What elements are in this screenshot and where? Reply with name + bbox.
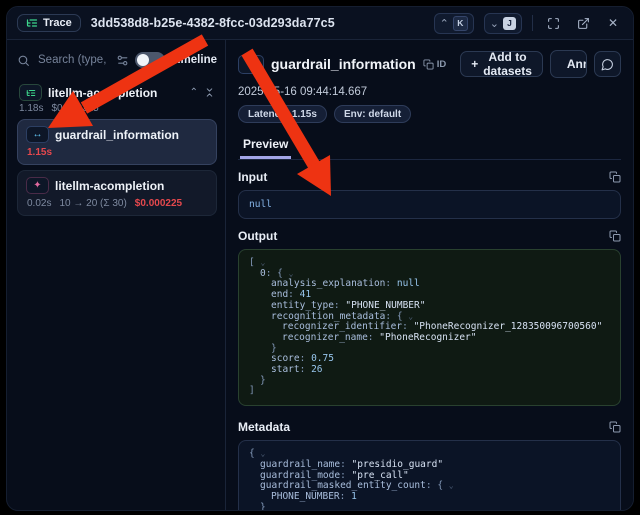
search-input[interactable]	[36, 53, 110, 67]
topbar-divider	[532, 15, 533, 31]
root-latency: 1.18s	[19, 103, 43, 114]
root-cost: $0.000225	[51, 103, 98, 114]
metadata-title: Metadata	[238, 420, 609, 434]
maximize-icon	[547, 17, 560, 30]
shortcut-key-k: K	[453, 16, 468, 31]
copy-input-button[interactable]	[609, 171, 621, 183]
content-row: Timeline litellm-acompletion ⌃	[7, 40, 633, 510]
latency-badge: Latency: 1.15s	[238, 105, 327, 123]
tree-item-guardrail-information[interactable]: ↔ guardrail_information 1.15s	[17, 119, 217, 165]
list-tree-icon	[26, 88, 36, 98]
metadata-section-header: Metadata	[238, 420, 621, 434]
copy-icon	[609, 230, 621, 242]
sparkle-icon: ✦	[33, 181, 41, 191]
close-icon: ✕	[608, 16, 618, 30]
comments-button[interactable]	[594, 51, 621, 77]
tree-item-litellm-acompletion[interactable]: ✦ litellm-acompletion 0.02s 10 → 20 (Σ 3…	[17, 170, 217, 216]
list-tree-icon	[26, 17, 38, 29]
item-tokens: 10 → 20 (Σ 30)	[59, 198, 126, 209]
trace-detail-window: Trace 3dd538d8-b25e-4382-8fcc-03d293da77…	[6, 6, 634, 511]
observation-header: ↔ guardrail_information ID + Add to data…	[238, 50, 621, 78]
trace-badge-label: Trace	[43, 17, 72, 29]
fold-vertical-icon[interactable]	[204, 87, 215, 98]
observation-tree: litellm-acompletion ⌃ 1.18s $0.000225 ↔	[17, 84, 217, 216]
detail-tabs: Preview	[238, 131, 621, 160]
observation-tree-sidebar: Timeline litellm-acompletion ⌃	[7, 40, 226, 510]
chevron-up-icon: ⌃	[440, 17, 449, 30]
span-chip: ↔	[26, 126, 49, 143]
tab-preview[interactable]: Preview	[240, 131, 291, 159]
prev-observation-button[interactable]: ⌃ K	[434, 13, 474, 34]
output-section-header: Output	[238, 229, 621, 243]
expand-button[interactable]	[543, 13, 563, 33]
output-title: Output	[238, 229, 609, 243]
output-json-viewer: [ ⌄0: { ⌄analysis_explanation: nullend: …	[238, 249, 621, 406]
tree-search-row: Timeline	[17, 48, 217, 72]
metadata-json-viewer: { ⌄guardrail_name: "presidio_guard"guard…	[238, 440, 621, 511]
observation-timestamp: 2025-05-16 09:44:14.667	[238, 86, 621, 98]
generation-chip: ✦	[26, 177, 49, 194]
copy-icon	[609, 171, 621, 183]
copy-id-button[interactable]: ID	[423, 59, 447, 70]
copy-metadata-button[interactable]	[609, 421, 621, 433]
item-latency: 1.15s	[27, 147, 52, 158]
item-latency: 0.02s	[27, 198, 51, 209]
collapse-chevron-icon[interactable]: ⌃	[190, 87, 198, 98]
open-in-new-tab-button[interactable]	[573, 13, 593, 33]
toggle-knob	[137, 54, 149, 66]
copy-output-button[interactable]	[609, 230, 621, 242]
item-cost: $0.000225	[135, 198, 182, 209]
shortcut-key-j: J	[503, 17, 516, 30]
plus-icon: +	[471, 57, 478, 71]
observation-title: guardrail_information	[271, 56, 416, 72]
filter-sliders-icon[interactable]	[116, 54, 129, 67]
input-title: Input	[238, 170, 609, 184]
chevron-down-icon: ⌄	[490, 17, 499, 30]
trace-topbar: Trace 3dd538d8-b25e-4382-8fcc-03d293da77…	[7, 7, 633, 40]
timeline-label: Timeline	[171, 54, 217, 66]
tree-root-metrics: 1.18s $0.000225	[17, 101, 217, 114]
add-to-datasets-label: Add to datasets	[483, 50, 532, 78]
input-content: null	[238, 190, 621, 219]
observation-detail-panel: ↔ guardrail_information ID + Add to data…	[226, 40, 633, 510]
chat-bubble-icon	[601, 58, 614, 71]
annotate-button[interactable]: Annotate	[551, 51, 587, 77]
input-section-header: Input	[238, 170, 621, 184]
trace-type-badge: Trace	[17, 14, 81, 32]
badge-row: Latency: 1.15s Env: default	[238, 105, 621, 123]
tree-root-item[interactable]: litellm-acompletion ⌃ 1.18s $0.000225	[17, 84, 217, 114]
close-button[interactable]: ✕	[603, 13, 623, 33]
input-null-value: null	[249, 199, 272, 210]
copy-icon	[609, 421, 621, 433]
annotate-split-button: Annotate ⌄	[550, 50, 587, 78]
arrows-horizontal-icon: ↔	[246, 59, 256, 69]
add-to-datasets-button[interactable]: + Add to datasets	[460, 51, 543, 77]
span-chip: ↔	[238, 55, 264, 74]
tree-item-label: litellm-acompletion	[55, 179, 208, 193]
annotate-label: Annotate	[567, 57, 587, 71]
copy-icon	[423, 59, 434, 70]
search-icon	[17, 54, 30, 67]
env-badge: Env: default	[334, 105, 411, 123]
external-link-icon	[577, 17, 590, 30]
timeline-toggle[interactable]	[135, 52, 165, 68]
tree-item-label: guardrail_information	[55, 128, 208, 142]
tree-root-label: litellm-acompletion	[48, 86, 184, 100]
id-label: ID	[437, 59, 447, 70]
tree-controls: ⌃	[190, 87, 215, 98]
trace-id: 3dd538d8-b25e-4382-8fcc-03d293da77c5	[91, 16, 335, 30]
next-observation-button[interactable]: ⌄ J	[484, 13, 522, 34]
arrows-horizontal-icon: ↔	[33, 130, 43, 140]
trace-chip	[19, 84, 42, 101]
